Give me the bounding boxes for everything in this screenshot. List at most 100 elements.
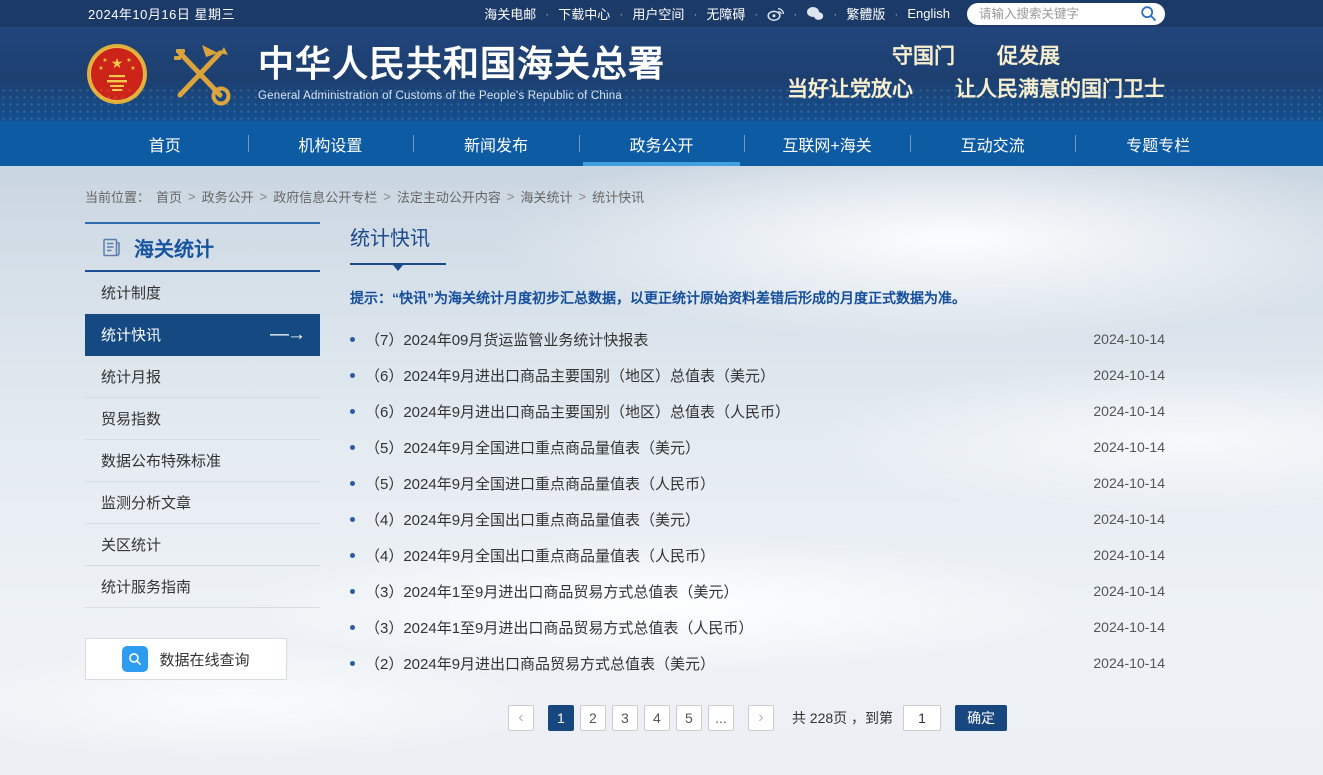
- toplink-accessibility[interactable]: 无障碍: [706, 4, 745, 23]
- breadcrumb-statutory-content[interactable]: 法定主动公开内容: [397, 187, 501, 206]
- sidebar-item-district-statistics[interactable]: 关区统计 —→: [85, 524, 320, 566]
- breadcrumb-gov-affairs[interactable]: 政务公开: [202, 187, 254, 206]
- nav-item-organization[interactable]: 机构设置: [248, 121, 414, 166]
- svg-text:★: ★: [111, 55, 124, 71]
- search-input[interactable]: [979, 7, 1140, 21]
- page-button-4[interactable]: 4: [644, 705, 670, 731]
- pagination: ‹ 1 2 3 4 5 ... › 共 228页 ，到第 确定: [350, 705, 1165, 731]
- svg-text:★: ★: [126, 57, 131, 64]
- page-button-ellipsis[interactable]: ...: [708, 705, 734, 731]
- national-emblem-icon: ★ ★ ★ ★ ★: [86, 43, 148, 105]
- nav-item-gov-affairs[interactable]: 政务公开: [579, 121, 745, 166]
- bullet-icon: [350, 337, 355, 342]
- breadcrumb-separator: >: [578, 189, 586, 204]
- sidebar-customs-statistics: 海关统计 统计制度 —→ 统计快讯 —→ 统计月报 —→ 贸易指数 —→ 数据公…: [85, 222, 320, 680]
- news-link[interactable]: （4）2024年9月全国出口重点商品量值表（美元）: [365, 509, 1073, 530]
- news-date: 2024-10-14: [1093, 475, 1165, 491]
- toplink-mail[interactable]: 海关电邮: [484, 4, 536, 23]
- sidebar-item-analysis-articles[interactable]: 监测分析文章 —→: [85, 482, 320, 524]
- nav-item-interaction[interactable]: 互动交流: [910, 121, 1076, 166]
- bullet-icon: [350, 589, 355, 594]
- dot-separator: ·: [754, 7, 758, 21]
- dot-separator: ·: [833, 7, 837, 21]
- news-link[interactable]: （5）2024年9月全国进口重点商品量值表（美元）: [365, 437, 1073, 458]
- breadcrumb-customs-statistics[interactable]: 海关统计: [520, 187, 572, 206]
- sidebar-title-label: 海关统计: [134, 233, 214, 262]
- sidebar-item-statistics-system[interactable]: 统计制度 —→: [85, 272, 320, 314]
- toplink-userspace[interactable]: 用户空间: [632, 4, 684, 23]
- sidebar-item-statistics-express[interactable]: 统计快讯 —→: [85, 314, 320, 356]
- news-link[interactable]: （6）2024年9月进出口商品主要国别（地区）总值表（美元）: [365, 365, 1073, 386]
- page-title: 统计快讯: [350, 222, 1165, 251]
- goto-page-input[interactable]: [903, 705, 941, 731]
- breadcrumb-separator: >: [188, 189, 196, 204]
- breadcrumb: 当前位置： 首页 > 政务公开 > 政府信息公开专栏 > 法定主动公开内容 > …: [82, 166, 1241, 206]
- slogan-line-2: 当好让党放心 让人民满意的国门卫士: [787, 74, 1165, 107]
- breadcrumb-separator: >: [383, 189, 391, 204]
- main-nav: 首页 机构设置 新闻发布 政务公开 互联网+海关 互动交流 专题专栏: [0, 121, 1323, 166]
- top-utility-bar: 2024年10月16日 星期三 海关电邮 · 下载中心 · 用户空间 · 无障碍…: [0, 0, 1323, 27]
- breadcrumb-separator: >: [507, 189, 515, 204]
- bullet-icon: [350, 409, 355, 414]
- toplink-traditional[interactable]: 繁體版: [846, 4, 885, 23]
- page-button-1[interactable]: 1: [548, 705, 574, 731]
- sidebar-item-special-standards[interactable]: 数据公布特殊标准 —→: [85, 440, 320, 482]
- news-link[interactable]: （2）2024年9月进出口商品贸易方式总值表（美元）: [365, 653, 1073, 674]
- wechat-icon[interactable]: [806, 6, 824, 21]
- toplink-english[interactable]: English: [907, 6, 950, 21]
- sidebar-title: 海关统计: [85, 222, 320, 272]
- header-slogan: 守国门 促发展 当好让党放心 让人民满意的国门卫士: [787, 41, 1165, 106]
- online-data-query-button[interactable]: 数据在线查询: [85, 638, 287, 680]
- news-date: 2024-10-14: [1093, 583, 1165, 599]
- sidebar-item-service-guide[interactable]: 统计服务指南 —→: [85, 566, 320, 608]
- prev-page-button[interactable]: ‹: [508, 705, 534, 731]
- list-item: （4）2024年9月全国出口重点商品量值表（人民币） 2024-10-14: [350, 537, 1165, 573]
- bullet-icon: [350, 625, 355, 630]
- news-link[interactable]: （4）2024年9月全国出口重点商品量值表（人民币）: [365, 545, 1073, 566]
- bullet-icon: [350, 481, 355, 486]
- news-link[interactable]: （6）2024年9月进出口商品主要国别（地区）总值表（人民币）: [365, 401, 1073, 422]
- news-date: 2024-10-14: [1093, 655, 1165, 671]
- news-date: 2024-10-14: [1093, 403, 1165, 419]
- breadcrumb-prefix: 当前位置：: [85, 187, 150, 206]
- nav-item-special-topics[interactable]: 专题专栏: [1075, 121, 1241, 166]
- sidebar-item-label: 统计服务指南: [101, 576, 191, 597]
- nav-item-news[interactable]: 新闻发布: [413, 121, 579, 166]
- news-list: （7）2024年09月货运监管业务统计快报表 2024-10-14 （6）202…: [350, 321, 1165, 681]
- list-item: （6）2024年9月进出口商品主要国别（地区）总值表（美元） 2024-10-1…: [350, 357, 1165, 393]
- toplink-downloads[interactable]: 下载中心: [558, 4, 610, 23]
- list-item: （7）2024年09月货运监管业务统计快报表 2024-10-14: [350, 321, 1165, 357]
- page-button-2[interactable]: 2: [580, 705, 606, 731]
- content-area: 当前位置： 首页 > 政务公开 > 政府信息公开专栏 > 法定主动公开内容 > …: [0, 166, 1323, 775]
- nav-item-home[interactable]: 首页: [82, 121, 248, 166]
- news-link[interactable]: （7）2024年09月货运监管业务统计快报表: [365, 329, 1073, 350]
- confirm-button[interactable]: 确定: [955, 705, 1007, 731]
- sidebar-item-label: 数据公布特殊标准: [101, 450, 221, 471]
- main-panel: 统计快讯 提示：“快讯”为海关统计月度初步汇总数据，以更正统计原始资料差错后形成…: [350, 222, 1241, 731]
- breadcrumb-home[interactable]: 首页: [156, 187, 182, 206]
- dot-separator: ·: [793, 7, 797, 21]
- sidebar-item-trade-index[interactable]: 贸易指数 —→: [85, 398, 320, 440]
- notice-text: 提示：“快讯”为海关统计月度初步汇总数据，以更正统计原始资料差错后形成的月度正式…: [350, 288, 1165, 308]
- page-button-5[interactable]: 5: [676, 705, 702, 731]
- page-button-3[interactable]: 3: [612, 705, 638, 731]
- site-logo[interactable]: ★ ★ ★ ★ ★: [86, 41, 236, 107]
- list-item: （4）2024年9月全国出口重点商品量值表（美元） 2024-10-14: [350, 501, 1165, 537]
- sidebar-item-label: 贸易指数: [101, 408, 161, 429]
- list-item: （5）2024年9月全国进口重点商品量值表（美元） 2024-10-14: [350, 429, 1165, 465]
- sidebar-item-label: 监测分析文章: [101, 492, 191, 513]
- site-subtitle: General Administration of Customs of the…: [258, 91, 665, 103]
- news-link[interactable]: （5）2024年9月全国进口重点商品量值表（人民币）: [365, 473, 1073, 494]
- sidebar-item-monthly-report[interactable]: 统计月报 —→: [85, 356, 320, 398]
- weibo-icon[interactable]: [767, 6, 784, 21]
- nav-item-internet-customs[interactable]: 互联网+海关: [744, 121, 910, 166]
- site-search[interactable]: [967, 3, 1165, 25]
- next-page-button[interactable]: ›: [748, 705, 774, 731]
- dot-separator: ·: [693, 7, 697, 21]
- slogan-line-1: 守国门 促发展: [787, 41, 1165, 74]
- breadcrumb-info-disclosure[interactable]: 政府信息公开专栏: [273, 187, 377, 206]
- news-link[interactable]: （3）2024年1至9月进出口商品贸易方式总值表（人民币）: [365, 617, 1073, 638]
- list-item: （6）2024年9月进出口商品主要国别（地区）总值表（人民币） 2024-10-…: [350, 393, 1165, 429]
- news-link[interactable]: （3）2024年1至9月进出口商品贸易方式总值表（美元）: [365, 581, 1073, 602]
- search-icon[interactable]: [1140, 5, 1157, 22]
